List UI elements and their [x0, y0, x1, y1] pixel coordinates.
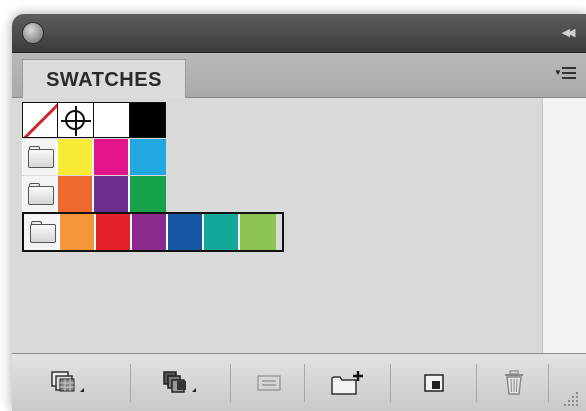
white-swatch[interactable] — [94, 102, 130, 138]
registration-swatch[interactable] — [58, 102, 94, 138]
panel-menu-icon[interactable]: ▼ — [554, 65, 576, 85]
new-swatch-icon[interactable] — [400, 366, 470, 400]
swatch[interactable] — [96, 214, 132, 250]
delete-swatch-icon[interactable] — [484, 366, 544, 400]
panel-footer — [12, 353, 586, 411]
swatch[interactable] — [130, 176, 166, 212]
folder-icon[interactable] — [22, 139, 58, 175]
default-swatch-row — [22, 102, 170, 138]
folder-icon[interactable] — [22, 176, 58, 212]
swatch[interactable] — [132, 214, 168, 250]
swatch[interactable] — [58, 139, 94, 175]
black-swatch[interactable] — [130, 102, 166, 138]
show-swatch-kinds-icon[interactable] — [150, 366, 210, 400]
double-chevron-right-icon[interactable]: ◀◀ — [556, 24, 578, 42]
resize-grip-icon[interactable] — [560, 388, 578, 406]
swatch[interactable] — [204, 214, 240, 250]
swatch-list — [12, 98, 542, 353]
swatch[interactable] — [58, 176, 94, 212]
swatches-panel: ◀◀ SWATCHES ▼ — [12, 14, 586, 411]
new-color-group-icon[interactable] — [312, 366, 380, 400]
swatch[interactable] — [240, 214, 276, 250]
color-group-row — [22, 139, 170, 175]
color-group-row — [22, 176, 170, 212]
tab-swatches[interactable]: SWATCHES — [22, 59, 186, 98]
folder-icon[interactable] — [24, 214, 60, 250]
panel-title-bar[interactable]: ◀◀ — [12, 14, 586, 53]
swatch[interactable] — [168, 214, 204, 250]
panel-tab-bar: SWATCHES ▼ — [12, 53, 586, 98]
swatch[interactable] — [60, 214, 96, 250]
swatch[interactable] — [94, 176, 130, 212]
none-swatch[interactable] — [22, 102, 58, 138]
swatch[interactable] — [94, 139, 130, 175]
color-group-row-selected — [22, 212, 284, 252]
vertical-scrollbar[interactable] — [542, 98, 586, 353]
swatch-libraries-icon[interactable] — [42, 366, 94, 400]
swatch-options-icon[interactable] — [238, 366, 298, 400]
close-icon[interactable] — [22, 22, 44, 44]
swatch[interactable] — [130, 139, 166, 175]
